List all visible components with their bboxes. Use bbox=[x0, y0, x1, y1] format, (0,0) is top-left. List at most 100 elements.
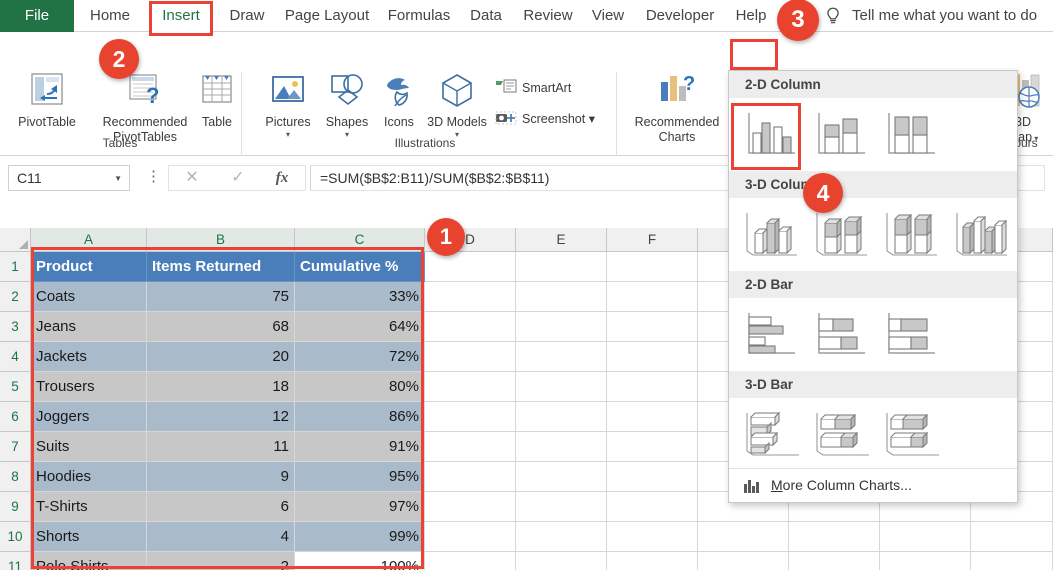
ribbon-shapes-button[interactable]: Shapes▾ bbox=[314, 72, 380, 140]
chart-type-stacked-column[interactable] bbox=[805, 103, 875, 165]
grid-cell[interactable] bbox=[607, 342, 698, 372]
grid-cell[interactable] bbox=[425, 312, 516, 342]
ribbon-3d-models-button[interactable]: 3D Models▾ bbox=[424, 72, 490, 140]
name-box[interactable]: C11 ▼ bbox=[8, 165, 130, 191]
vertical-ellipsis-icon[interactable]: ⋮ bbox=[146, 167, 156, 189]
grid-cell[interactable] bbox=[789, 522, 880, 552]
grid-cell[interactable] bbox=[516, 372, 607, 402]
ribbon-screenshot-button[interactable]: Screenshot ▾ bbox=[495, 109, 595, 130]
grid-cell[interactable] bbox=[516, 432, 607, 462]
table-icon bbox=[197, 97, 237, 114]
row-header-5[interactable]: 5 bbox=[0, 372, 31, 402]
ribbon-recommended-charts-button[interactable]: ?Recommended Charts bbox=[622, 72, 732, 145]
grid-cell[interactable] bbox=[425, 492, 516, 522]
ribbon-recommended-pivottables-button[interactable]: ?Recommended PivotTables bbox=[86, 72, 204, 145]
row-header-1[interactable]: 1 bbox=[0, 252, 31, 282]
select-all-corner[interactable] bbox=[0, 228, 31, 252]
grid-cell[interactable] bbox=[516, 282, 607, 312]
dropdown-section-header: 2-D Bar bbox=[729, 271, 1017, 298]
more-column-charts-item[interactable]: More Column Charts... bbox=[729, 468, 1017, 502]
chart-type-100-stacked-bar[interactable] bbox=[875, 303, 945, 365]
tab-developer[interactable]: Developer bbox=[640, 0, 720, 32]
grid-cell[interactable] bbox=[607, 372, 698, 402]
grid-cell[interactable] bbox=[607, 432, 698, 462]
chart-type-3d-clustered-column[interactable] bbox=[735, 203, 805, 265]
ribbon-smartart-button[interactable]: SmartArt bbox=[495, 78, 571, 99]
chart-type-3d-stacked-bar[interactable] bbox=[805, 403, 875, 465]
row-header-10[interactable]: 10 bbox=[0, 522, 31, 552]
row-header-8[interactable]: 8 bbox=[0, 462, 31, 492]
shapes-icon bbox=[326, 97, 368, 114]
grid-cell[interactable] bbox=[425, 432, 516, 462]
chart-type-stacked-bar[interactable] bbox=[805, 303, 875, 365]
grid-cell[interactable] bbox=[516, 402, 607, 432]
tab-view[interactable]: View bbox=[586, 0, 630, 32]
chevron-down-icon[interactable]: ▼ bbox=[114, 167, 122, 191]
insert-function-fx-icon[interactable]: fx bbox=[259, 166, 305, 190]
chart-type-100-stacked-column[interactable] bbox=[875, 103, 945, 165]
grid-cell[interactable] bbox=[516, 252, 607, 282]
column-header-E[interactable]: E bbox=[516, 228, 607, 252]
annotation-badge-4: 4 bbox=[803, 173, 843, 213]
grid-cell[interactable] bbox=[607, 462, 698, 492]
tab-formulas[interactable]: Formulas bbox=[383, 0, 455, 32]
ribbon-table-button[interactable]: Table bbox=[192, 72, 242, 130]
chart-type-clustered-bar[interactable] bbox=[735, 303, 805, 365]
grid-cell[interactable] bbox=[516, 342, 607, 372]
chart-type-3d-100-stacked-column[interactable] bbox=[875, 203, 945, 265]
tab-help[interactable]: Help bbox=[729, 0, 773, 32]
tab-review[interactable]: Review bbox=[519, 0, 577, 32]
row-header-2[interactable]: 2 bbox=[0, 282, 31, 312]
enter-check-icon[interactable]: ✓ bbox=[215, 166, 261, 190]
row-header-4[interactable]: 4 bbox=[0, 342, 31, 372]
tab-data[interactable]: Data bbox=[464, 0, 508, 32]
column-header-F[interactable]: F bbox=[607, 228, 698, 252]
chevron-down-icon[interactable]: ▾ bbox=[424, 130, 490, 140]
grid-cell[interactable] bbox=[425, 252, 516, 282]
row-header-3[interactable]: 3 bbox=[0, 312, 31, 342]
row-header-7[interactable]: 7 bbox=[0, 432, 31, 462]
grid-cell[interactable] bbox=[607, 312, 698, 342]
chart-type-3d-clustered-bar[interactable] bbox=[735, 403, 805, 465]
row-header-6[interactable]: 6 bbox=[0, 402, 31, 432]
grid-cell[interactable] bbox=[516, 552, 607, 570]
grid-cell[interactable] bbox=[607, 282, 698, 312]
grid-cell[interactable] bbox=[425, 522, 516, 552]
grid-cell[interactable] bbox=[516, 462, 607, 492]
grid-cell[interactable] bbox=[607, 402, 698, 432]
grid-cell[interactable] bbox=[425, 402, 516, 432]
grid-cell[interactable] bbox=[789, 552, 880, 570]
grid-cell[interactable] bbox=[971, 552, 1053, 570]
grid-cell[interactable] bbox=[698, 522, 789, 552]
tab-file[interactable]: File bbox=[0, 0, 74, 32]
grid-cell[interactable] bbox=[880, 522, 971, 552]
grid-cell[interactable] bbox=[607, 252, 698, 282]
grid-cell[interactable] bbox=[425, 282, 516, 312]
grid-cell[interactable] bbox=[425, 462, 516, 492]
grid-cell[interactable] bbox=[516, 522, 607, 552]
cancel-x-icon[interactable]: ✕ bbox=[169, 166, 215, 190]
chart-type-3d-column[interactable] bbox=[945, 203, 1015, 265]
tell-me-search[interactable]: Tell me what you want to do bbox=[852, 0, 1037, 32]
grid-cell[interactable] bbox=[607, 492, 698, 522]
grid-cell[interactable] bbox=[516, 312, 607, 342]
grid-cell[interactable] bbox=[425, 372, 516, 402]
grid-cell[interactable] bbox=[698, 552, 789, 570]
grid-cell[interactable] bbox=[880, 552, 971, 570]
tab-home[interactable]: Home bbox=[82, 0, 138, 32]
row-header-9[interactable]: 9 bbox=[0, 492, 31, 522]
grid-cell[interactable] bbox=[425, 552, 516, 570]
row-header-11[interactable]: 11 bbox=[0, 552, 31, 570]
chevron-down-icon[interactable]: ▾ bbox=[314, 130, 380, 140]
tab-page-layout[interactable]: Page Layout bbox=[281, 0, 373, 32]
ribbon-pivottable-button[interactable]: PivotTable bbox=[6, 72, 88, 130]
grid-cell[interactable] bbox=[516, 492, 607, 522]
grid-cell[interactable] bbox=[425, 342, 516, 372]
grid-cell[interactable] bbox=[607, 552, 698, 570]
chart-type-3d-100-stacked-bar[interactable] bbox=[875, 403, 945, 465]
ribbon-icons-button[interactable]: Icons bbox=[374, 72, 424, 130]
grid-cell[interactable] bbox=[971, 522, 1053, 552]
grid-cell[interactable] bbox=[607, 522, 698, 552]
chart-type-3d-stacked-column[interactable] bbox=[805, 203, 875, 265]
tab-draw[interactable]: Draw bbox=[222, 0, 272, 32]
